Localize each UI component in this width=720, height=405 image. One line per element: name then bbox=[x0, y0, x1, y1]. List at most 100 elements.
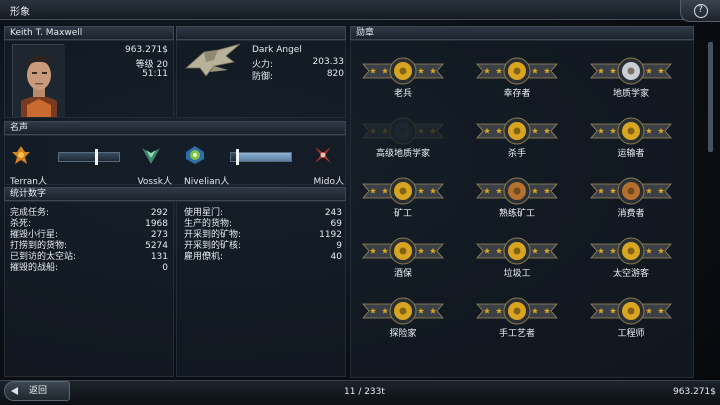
medals-header-label: 勋章 bbox=[356, 28, 375, 38]
stat-label: 雇用僚机: bbox=[184, 252, 224, 262]
medal-label: 运输者 bbox=[617, 149, 645, 159]
stat-label: 使用星门: bbox=[184, 208, 224, 218]
medal-6[interactable]: 矿工 bbox=[361, 176, 445, 232]
top-bar: 形象 bbox=[0, 0, 720, 20]
stat-value: 1192 bbox=[319, 230, 342, 240]
bartender-medal-icon bbox=[362, 237, 444, 265]
medal-9[interactable]: 酒保 bbox=[361, 236, 445, 292]
medal-label: 垃圾工 bbox=[503, 269, 531, 279]
mido-emblem-icon bbox=[315, 147, 331, 163]
terran-vossk-reputation-slider bbox=[58, 149, 120, 165]
skilled-miner-medal-icon bbox=[476, 177, 558, 205]
stat-value: 5274 bbox=[145, 241, 168, 251]
reputation-header: 名声 bbox=[4, 121, 346, 135]
medal-10[interactable]: 垃圾工 bbox=[475, 236, 559, 292]
ship-defense-value: 820 bbox=[326, 69, 344, 79]
killer-medal-icon bbox=[476, 117, 558, 145]
survivor-medal-icon bbox=[476, 57, 558, 85]
pilot-portrait bbox=[12, 44, 65, 117]
medal-label: 矿工 bbox=[393, 209, 412, 219]
medal-label: 高级地质学家 bbox=[375, 149, 430, 159]
nivelian-mido-reputation-fill bbox=[238, 153, 291, 161]
cargo-capacity: 11 / 233t bbox=[344, 387, 385, 397]
medal-8[interactable]: 消费者 bbox=[589, 176, 673, 232]
medal-label: 杀手 bbox=[507, 149, 526, 159]
medal-14[interactable]: 工程师 bbox=[589, 296, 673, 352]
back-button[interactable]: 返回 bbox=[4, 381, 70, 401]
medal-11[interactable]: 太空游客 bbox=[589, 236, 673, 292]
help-icon: ? bbox=[693, 3, 708, 18]
medal-label: 太空游客 bbox=[612, 269, 649, 279]
terran-emblem-icon bbox=[12, 146, 30, 164]
pilot-money: 963.271$ bbox=[125, 45, 168, 55]
medal-label: 探险家 bbox=[389, 329, 417, 339]
engineer-medal-icon bbox=[590, 297, 672, 325]
window-title: 形象 bbox=[10, 7, 30, 18]
stat-value: 69 bbox=[330, 219, 342, 229]
medal-label: 手工艺者 bbox=[498, 329, 535, 339]
footer-money: 963.271$ bbox=[673, 387, 716, 397]
stat-value: 273 bbox=[150, 230, 168, 240]
stat-value: 131 bbox=[150, 252, 168, 262]
help-button[interactable]: ? bbox=[680, 0, 720, 22]
senior-geologist-medal-icon bbox=[362, 117, 444, 145]
stat-value: 292 bbox=[150, 208, 168, 218]
terran-vossk-reputation-marker bbox=[95, 149, 98, 165]
stats-header: 统计数字 bbox=[4, 187, 346, 201]
space-tourist-medal-icon bbox=[590, 237, 672, 265]
stat-label: 杀死: bbox=[10, 219, 32, 229]
veteran-medal-icon bbox=[362, 57, 444, 85]
nivelian-emblem-icon bbox=[186, 146, 204, 164]
medal-label: 工程师 bbox=[617, 329, 645, 339]
faction-vossk: Vossk人 bbox=[137, 177, 172, 187]
medal-7[interactable]: 熟练矿工 bbox=[475, 176, 559, 232]
stat-label: 开采到的矿物: bbox=[184, 230, 242, 240]
reputation-header-label: 名声 bbox=[10, 123, 29, 133]
back-arrow-icon bbox=[11, 387, 18, 395]
medal-2[interactable]: 地质学家 bbox=[589, 56, 673, 112]
pilot-name: Keith T. Maxwell bbox=[10, 28, 83, 38]
stats-header-label: 统计数字 bbox=[10, 189, 47, 199]
geologist-medal-icon bbox=[590, 57, 672, 85]
stat-label: 完成任务: bbox=[10, 208, 50, 218]
transporter-medal-icon bbox=[590, 117, 672, 145]
medal-4[interactable]: 杀手 bbox=[475, 116, 559, 172]
miner-medal-icon bbox=[362, 177, 444, 205]
faction-mido: Mido人 bbox=[313, 177, 345, 187]
back-button-label: 返回 bbox=[29, 386, 48, 396]
faction-terran: Terran人 bbox=[10, 177, 47, 187]
medal-1[interactable]: 幸存者 bbox=[475, 56, 559, 112]
medal-5[interactable]: 运输者 bbox=[589, 116, 673, 172]
medals-header: 勋章 bbox=[350, 26, 694, 40]
pilot-playtime: 51:11 bbox=[142, 69, 168, 79]
medal-0[interactable]: 老兵 bbox=[361, 56, 445, 112]
medal-label: 老兵 bbox=[393, 89, 412, 99]
medal-13[interactable]: 手工艺者 bbox=[475, 296, 559, 352]
nivelian-mido-reputation-marker bbox=[235, 149, 239, 165]
medal-label: 地质学家 bbox=[612, 89, 649, 99]
medal-3[interactable]: 高级地质学家 bbox=[361, 116, 445, 172]
stat-value: 1968 bbox=[145, 219, 168, 229]
medal-label: 幸存者 bbox=[503, 89, 531, 99]
ship-image bbox=[184, 42, 242, 80]
stat-value: 9 bbox=[336, 241, 342, 251]
ship-defense-label: 防御: bbox=[252, 72, 274, 82]
stat-value: 40 bbox=[330, 252, 342, 262]
stat-label: 摧毁的战船: bbox=[10, 263, 59, 273]
craftsman-medal-icon bbox=[476, 297, 558, 325]
medals-scrollbar[interactable] bbox=[708, 42, 713, 152]
vossk-emblem-icon bbox=[142, 148, 160, 164]
medal-label: 熟练矿工 bbox=[498, 209, 535, 219]
pilot-name-header: Keith T. Maxwell bbox=[4, 26, 174, 40]
ship-firepower-value: 203.33 bbox=[312, 57, 345, 67]
explorer-medal-icon bbox=[362, 297, 444, 325]
stat-value: 0 bbox=[162, 263, 168, 273]
stat-label: 开采到的矿核: bbox=[184, 241, 242, 251]
stat-label: 已到访的太空站: bbox=[10, 252, 77, 262]
consumer-medal-icon bbox=[590, 177, 672, 205]
medal-12[interactable]: 探险家 bbox=[361, 296, 445, 352]
ship-header-bar bbox=[176, 26, 346, 40]
stat-value: 243 bbox=[324, 208, 342, 218]
nivelian-mido-reputation-slider bbox=[230, 149, 292, 165]
stat-label: 摧毁小行星: bbox=[10, 230, 59, 240]
